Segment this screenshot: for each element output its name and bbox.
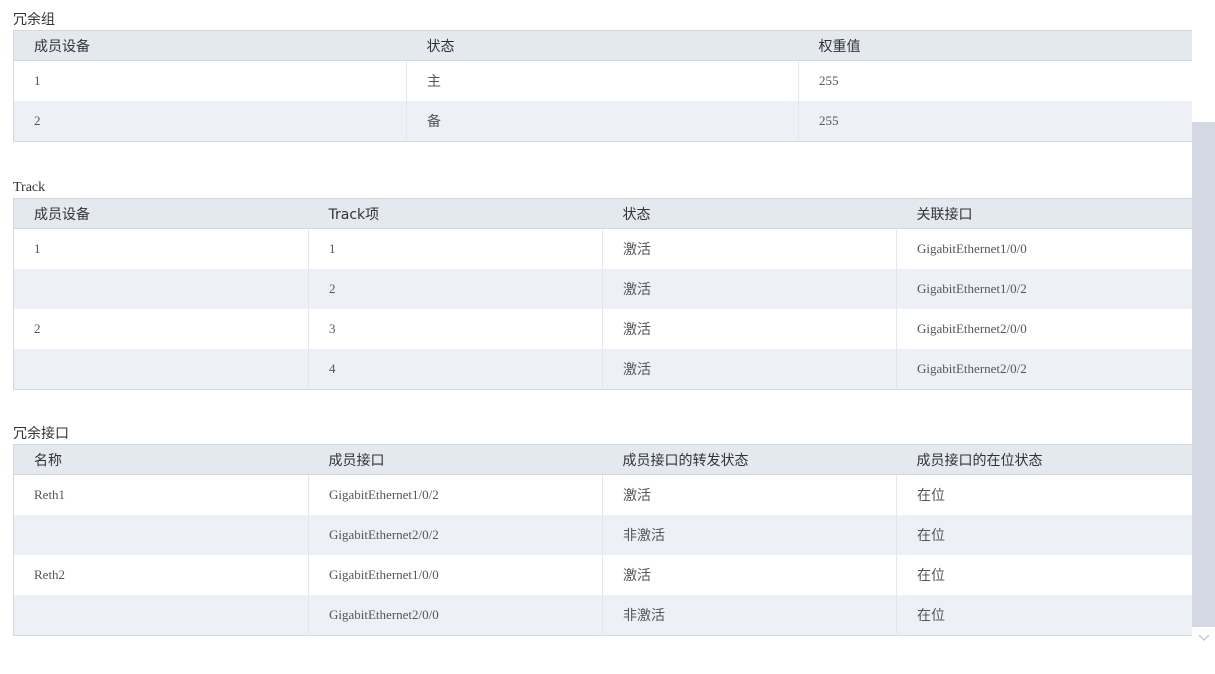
column-header[interactable]: 状态 [406, 30, 799, 61]
redundant-interface-table: 名称 成员接口 成员接口的转发状态 成员接口的在位状态 Reth1 Gigabi… [13, 444, 1193, 636]
track-section: Track 成员设备 Track项 状态 关联接口 1 1 激活 Gigabit… [13, 178, 1193, 390]
table-cell: GigabitEthernet1/0/0 [896, 228, 1193, 269]
table-cell: 在位 [896, 515, 1193, 555]
table-cell: GigabitEthernet2/0/2 [896, 349, 1193, 390]
table-cell: 激活 [602, 474, 897, 515]
table-row[interactable]: 2 3 激活 GigabitEthernet2/0/0 [13, 309, 1193, 349]
table-cell [13, 349, 309, 390]
table-cell: GigabitEthernet1/0/0 [308, 555, 603, 595]
table-cell: 激活 [602, 349, 897, 390]
table-cell: 激活 [602, 555, 897, 595]
table-cell: 1 [13, 228, 309, 269]
table-cell: 备 [406, 101, 799, 142]
table-header-row: 成员设备 状态 权重值 [13, 30, 1193, 61]
table-cell: 2 [308, 269, 603, 309]
table-cell: 激活 [602, 269, 897, 309]
table-cell: Reth1 [13, 474, 309, 515]
column-header[interactable]: 成员设备 [13, 198, 309, 229]
table-header-row: 名称 成员接口 成员接口的转发状态 成员接口的在位状态 [13, 444, 1193, 475]
table-cell: GigabitEthernet2/0/0 [308, 595, 603, 636]
table-row[interactable]: GigabitEthernet2/0/2 非激活 在位 [13, 515, 1193, 555]
track-table: 成员设备 Track项 状态 关联接口 1 1 激活 GigabitEthern… [13, 198, 1193, 390]
column-header[interactable]: 状态 [602, 198, 897, 229]
column-header[interactable]: 成员接口 [308, 444, 603, 475]
table-cell: 在位 [896, 555, 1193, 595]
table-cell: GigabitEthernet1/0/2 [896, 269, 1193, 309]
table-cell: 255 [798, 60, 1193, 101]
redundant-interface-title: 冗余接口 [13, 426, 69, 442]
vertical-scrollbar[interactable] [1192, 0, 1215, 674]
redundancy-group-title: 冗余组 [13, 12, 55, 28]
table-row[interactable]: GigabitEthernet2/0/0 非激活 在位 [13, 595, 1193, 636]
table-cell: 255 [798, 101, 1193, 142]
table-header-row: 成员设备 Track项 状态 关联接口 [13, 198, 1193, 229]
redundancy-group-table: 成员设备 状态 权重值 1 主 255 2 备 255 [13, 30, 1193, 142]
track-title: Track [13, 180, 46, 195]
table-cell: 1 [13, 60, 407, 101]
chevron-down-icon[interactable] [1196, 629, 1212, 645]
table-row[interactable]: 4 激活 GigabitEthernet2/0/2 [13, 349, 1193, 390]
table-cell: 非激活 [602, 515, 897, 555]
column-header[interactable]: 成员设备 [13, 30, 407, 61]
table-row[interactable]: Reth1 GigabitEthernet1/0/2 激活 在位 [13, 474, 1193, 515]
table-cell: 3 [308, 309, 603, 349]
scrollbar-thumb[interactable] [1192, 122, 1215, 627]
table-row[interactable]: Reth2 GigabitEthernet1/0/0 激活 在位 [13, 555, 1193, 595]
table-cell: 主 [406, 60, 799, 101]
table-cell: 在位 [896, 595, 1193, 636]
table-cell: GigabitEthernet2/0/2 [308, 515, 603, 555]
table-cell: GigabitEthernet1/0/2 [308, 474, 603, 515]
table-cell: GigabitEthernet2/0/0 [896, 309, 1193, 349]
table-cell: Reth2 [13, 555, 309, 595]
table-row[interactable]: 1 主 255 [13, 60, 1193, 101]
column-header[interactable]: 成员接口的转发状态 [602, 444, 897, 475]
column-header[interactable]: Track项 [308, 198, 603, 229]
table-cell: 在位 [896, 474, 1193, 515]
table-cell: 1 [308, 228, 603, 269]
table-row[interactable]: 2 备 255 [13, 101, 1193, 142]
table-cell: 激活 [602, 309, 897, 349]
table-row[interactable]: 2 激活 GigabitEthernet1/0/2 [13, 269, 1193, 309]
table-row[interactable]: 1 1 激活 GigabitEthernet1/0/0 [13, 228, 1193, 269]
table-cell [13, 269, 309, 309]
redundant-interface-section: 冗余接口 名称 成员接口 成员接口的转发状态 成员接口的在位状态 Reth1 G… [13, 424, 1193, 636]
column-header[interactable]: 关联接口 [896, 198, 1193, 229]
table-cell: 2 [13, 309, 309, 349]
table-cell [13, 595, 309, 636]
table-cell: 激活 [602, 228, 897, 269]
table-cell: 非激活 [602, 595, 897, 636]
column-header[interactable]: 名称 [13, 444, 309, 475]
redundancy-group-section: 冗余组 成员设备 状态 权重值 1 主 255 2 备 255 [13, 10, 1193, 142]
table-cell: 2 [13, 101, 407, 142]
table-cell: 4 [308, 349, 603, 390]
column-header[interactable]: 成员接口的在位状态 [896, 444, 1193, 475]
page: 冗余组 成员设备 状态 权重值 1 主 255 2 备 255 Track 成员… [0, 0, 1215, 674]
column-header[interactable]: 权重值 [798, 30, 1193, 61]
table-cell [13, 515, 309, 555]
